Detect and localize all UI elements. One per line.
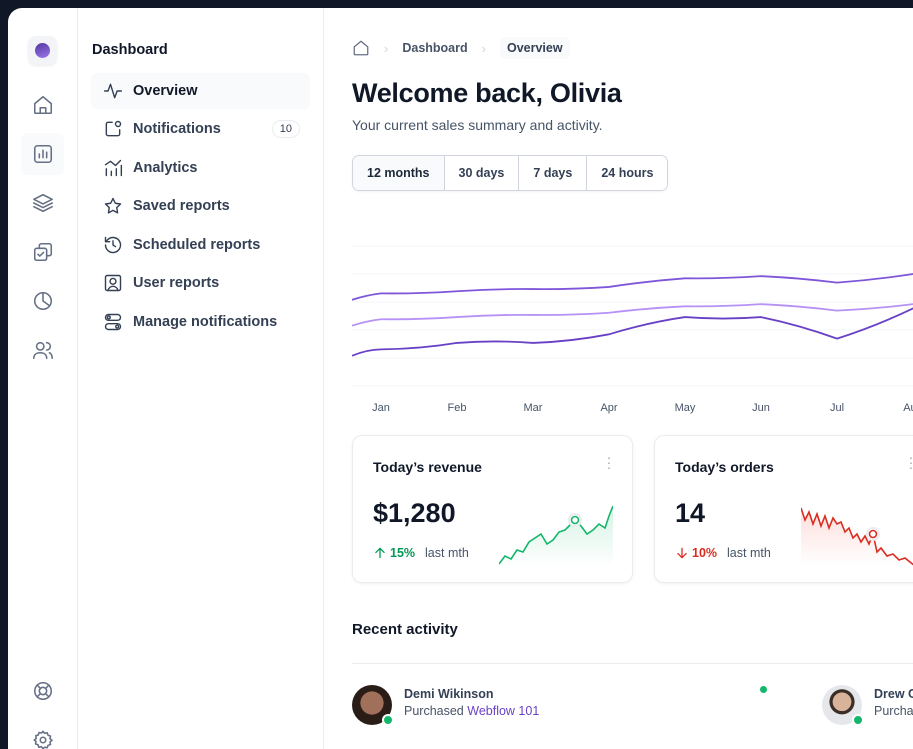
arrow-down-icon [677, 547, 687, 559]
nav-item-analytics[interactable]: Analytics [91, 150, 310, 186]
home-icon[interactable] [21, 84, 64, 126]
layers-icon[interactable] [21, 182, 64, 224]
trend-indicator: 10% last mth [675, 546, 771, 560]
activity-user-name: Drew C [874, 687, 913, 701]
card-title: Today’s orders [675, 459, 774, 475]
nav-item-label: Manage notifications [133, 314, 278, 330]
x-tick-label: Mar [524, 402, 543, 414]
logo-icon[interactable] [28, 36, 57, 65]
more-vertical-icon[interactable]: · · · [606, 450, 612, 474]
orders-sparkline [801, 507, 913, 566]
activity-user-name: Demi Wikinson [404, 687, 494, 701]
activity-item[interactable]: Drew C Purcha [822, 685, 913, 726]
unread-dot-icon [760, 686, 767, 693]
nav-section-title: Dashboard [92, 42, 168, 58]
analytics-icon [104, 159, 123, 177]
nav-item-label: Saved reports [133, 198, 230, 214]
revenue-card: Today’s revenue · · · $1,280 15% last mth [352, 435, 633, 583]
nav-item-manage-notifications[interactable]: Manage notifications [91, 304, 310, 340]
secondary-nav: Dashboard Overview Notifications 10 Anal… [78, 8, 324, 749]
activity-item[interactable]: Demi Wikinson Purchased Webflow 101 [352, 685, 539, 726]
nav-item-scheduled-reports[interactable]: Scheduled reports [91, 227, 310, 263]
settings-icon[interactable] [21, 719, 64, 749]
nav-item-saved-reports[interactable]: Saved reports [91, 188, 310, 224]
more-vertical-icon[interactable]: · · · [908, 450, 913, 474]
check-copy-icon[interactable] [21, 231, 64, 273]
trend-period: last mth [425, 546, 469, 560]
x-tick-label: Jul [830, 402, 844, 414]
chevron-right-icon: › [384, 40, 389, 56]
x-tick-label: Apr [600, 402, 617, 414]
app-window: Dashboard Overview Notifications 10 Anal… [8, 8, 913, 749]
page-subtitle: Your current sales summary and activity. [352, 117, 603, 133]
sales-line-chart: Jan Feb Mar Apr May Jun Jul Aug [352, 245, 913, 414]
breadcrumb-overview[interactable]: Overview [499, 37, 570, 59]
avatar [822, 685, 864, 726]
range-30-days[interactable]: 30 days [443, 156, 519, 190]
chart-series-line-1 [352, 273, 913, 301]
breadcrumb-dashboard[interactable]: Dashboard [402, 41, 467, 55]
nav-item-label: Overview [133, 83, 198, 99]
arrow-up-icon [375, 547, 385, 559]
main-content: › Dashboard › Overview Welcome back, Oli… [324, 8, 913, 749]
home-icon[interactable] [352, 39, 370, 57]
nav-item-label: User reports [133, 275, 220, 291]
nav-item-user-reports[interactable]: User reports [91, 265, 310, 301]
activity-icon [103, 83, 123, 99]
x-tick-label: Jun [752, 402, 770, 414]
x-tick-label: Jan [372, 402, 390, 414]
trend-indicator: 15% last mth [373, 546, 469, 560]
x-tick-label: Feb [448, 402, 467, 414]
online-status-icon [852, 714, 864, 726]
activity-link[interactable]: Webflow 101 [467, 704, 539, 718]
trend-percent: 10% [692, 546, 718, 560]
nav-item-label: Analytics [133, 160, 198, 176]
star-icon [104, 197, 122, 214]
trend-percent: 15% [390, 546, 416, 560]
date-range-toggle: 12 months 30 days 7 days 24 hours [352, 155, 669, 191]
online-status-icon [382, 714, 394, 726]
chevron-right-icon: › [481, 40, 486, 56]
divider [352, 663, 913, 664]
users-icon[interactable] [21, 329, 64, 371]
range-12-months[interactable]: 12 months [353, 156, 444, 190]
range-7-days[interactable]: 7 days [518, 156, 587, 190]
nav-item-label: Notifications [133, 121, 221, 137]
life-buoy-icon[interactable] [21, 670, 64, 712]
card-value: $1,280 [373, 498, 456, 528]
chart-series-line-3 [352, 307, 913, 357]
recent-activity-title: Recent activity [352, 621, 458, 638]
revenue-sparkline [499, 505, 613, 566]
page-title: Welcome back, Olivia [352, 78, 622, 108]
x-tick-label: Aug [903, 402, 913, 414]
breadcrumb: › Dashboard › Overview [352, 36, 570, 60]
activity-action: Purchased [404, 704, 464, 718]
icon-rail [8, 8, 78, 749]
range-24-hours[interactable]: 24 hours [586, 156, 668, 190]
notification-count-badge: 10 [271, 120, 300, 138]
card-title: Today’s revenue [373, 459, 482, 475]
card-value: 14 [675, 498, 706, 528]
avatar [352, 685, 394, 726]
pie-chart-icon[interactable] [21, 280, 64, 322]
x-tick-label: May [675, 402, 696, 414]
orders-card: Today’s orders · · · 14 10% last mth [654, 435, 913, 583]
notification-box-icon [105, 120, 122, 137]
chart-series-line-2 [352, 303, 913, 327]
nav-item-notifications[interactable]: Notifications 10 [91, 111, 310, 147]
bar-chart-icon[interactable] [21, 133, 64, 175]
user-square-icon [104, 274, 122, 292]
nav-item-label: Scheduled reports [133, 237, 261, 253]
nav-item-overview[interactable]: Overview [91, 73, 310, 109]
clock-rewind-icon [104, 236, 122, 254]
trend-period: last mth [727, 546, 771, 560]
toggle-icon [104, 313, 122, 331]
activity-action: Purcha [874, 704, 913, 718]
